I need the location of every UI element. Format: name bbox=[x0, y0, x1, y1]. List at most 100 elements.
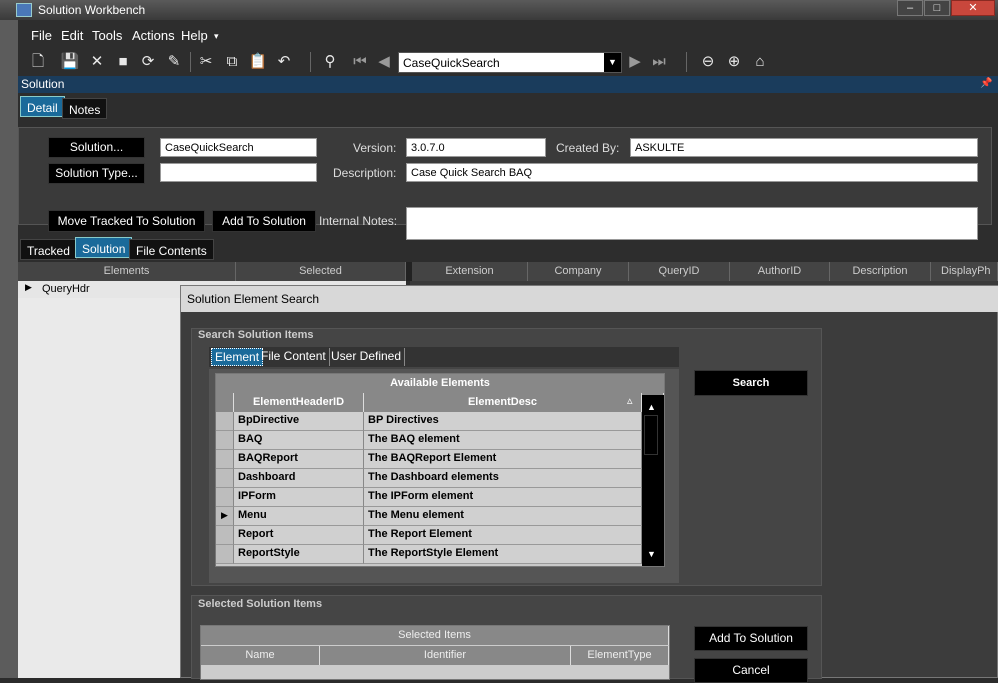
element-desc-cell[interactable]: The BAQReport Element bbox=[364, 450, 642, 469]
vertical-scrollbar[interactable]: ▲ ▼ bbox=[642, 395, 664, 566]
column-elementdesc[interactable]: ElementDesc bbox=[364, 393, 642, 412]
row-selector[interactable] bbox=[216, 450, 234, 469]
row-selector[interactable] bbox=[216, 412, 234, 431]
column-name[interactable]: Name bbox=[201, 646, 320, 665]
next-record-icon[interactable]: ▶ bbox=[624, 51, 646, 73]
search-button[interactable]: Search bbox=[694, 370, 808, 396]
scroll-up-icon[interactable]: ▲ bbox=[647, 402, 656, 412]
solution-type-field[interactable] bbox=[160, 163, 317, 182]
sort-ascending-icon[interactable]: ▵ bbox=[627, 394, 633, 407]
menu-file[interactable]: File bbox=[29, 28, 54, 43]
minimize-button[interactable]: – bbox=[897, 0, 923, 16]
version-field[interactable]: 3.0.7.0 bbox=[406, 138, 546, 157]
home-icon[interactable]: ⌂ bbox=[749, 51, 771, 73]
internal-notes-field[interactable] bbox=[406, 207, 978, 240]
description-label: Description: bbox=[333, 166, 397, 180]
chevron-down-icon[interactable]: ▼ bbox=[604, 53, 621, 72]
column-authorid[interactable]: AuthorID bbox=[730, 262, 830, 281]
row-selector[interactable] bbox=[216, 431, 234, 450]
description-field[interactable]: Case Quick Search BAQ bbox=[406, 163, 978, 182]
close-button[interactable]: ✕ bbox=[951, 0, 995, 16]
element-header-id-cell[interactable]: Menu bbox=[234, 507, 364, 526]
cut-icon[interactable]: ✂ bbox=[195, 51, 217, 73]
expand-arrow-icon[interactable]: ▶ bbox=[25, 282, 32, 293]
scroll-thumb[interactable] bbox=[644, 415, 658, 455]
element-header-id-cell[interactable]: BpDirective bbox=[234, 412, 364, 431]
menu-overflow-icon[interactable]: ▾ bbox=[214, 31, 219, 42]
tab-file-contents[interactable]: File Contents bbox=[129, 239, 214, 260]
forward-icon[interactable]: ⊕ bbox=[723, 51, 745, 73]
tab-notes[interactable]: Notes bbox=[62, 98, 108, 119]
column-elementtype[interactable]: ElementType bbox=[571, 646, 669, 665]
undo-all-icon[interactable]: ✎ bbox=[163, 51, 185, 73]
row-selector[interactable] bbox=[216, 488, 234, 507]
move-tracked-button[interactable]: Move Tracked To Solution bbox=[48, 210, 205, 232]
refresh-icon[interactable]: ⟳ bbox=[137, 51, 159, 73]
element-header-id-cell[interactable]: ReportStyle bbox=[234, 545, 364, 564]
maximize-button[interactable]: □ bbox=[924, 0, 950, 16]
column-elementheaderid[interactable]: ElementHeaderID bbox=[234, 393, 364, 412]
column-identifier[interactable]: Identifier bbox=[320, 646, 571, 665]
tab-detail[interactable]: Detail bbox=[20, 96, 65, 117]
new-icon[interactable]: 🗋 bbox=[27, 51, 49, 73]
element-desc-cell[interactable]: The Menu element bbox=[364, 507, 642, 526]
column-displayph[interactable]: DisplayPh bbox=[931, 262, 998, 281]
subtab-user-defined[interactable]: User Defined bbox=[328, 348, 406, 366]
search-icon[interactable]: ⚲ bbox=[319, 51, 341, 73]
column-queryid[interactable]: QueryID bbox=[629, 262, 730, 281]
undo-icon[interactable]: ↶ bbox=[273, 51, 295, 73]
subtab-element[interactable]: Element bbox=[211, 348, 264, 366]
menu-edit[interactable]: Edit bbox=[59, 28, 85, 43]
add-to-solution-button[interactable]: Add To Solution bbox=[212, 210, 316, 232]
row-selector[interactable]: ▶ bbox=[216, 507, 234, 526]
row-selector[interactable] bbox=[216, 545, 234, 564]
element-desc-cell[interactable]: The ReportStyle Element bbox=[364, 545, 642, 564]
element-desc-cell[interactable]: BP Directives bbox=[364, 412, 642, 431]
previous-record-icon[interactable]: ◀ bbox=[373, 51, 395, 73]
column-extension[interactable]: Extension bbox=[412, 262, 528, 281]
solution-button[interactable]: Solution... bbox=[48, 137, 145, 158]
created-by-field[interactable]: ASKULTE bbox=[630, 138, 978, 157]
grid-header: Elements Selected Extension Company Quer… bbox=[18, 262, 998, 281]
solution-type-button[interactable]: Solution Type... bbox=[48, 163, 145, 184]
element-desc-cell[interactable]: The Report Element bbox=[364, 526, 642, 545]
last-record-icon[interactable]: ⏭ bbox=[648, 51, 670, 73]
current-row-arrow-icon: ▶ bbox=[221, 510, 228, 520]
row-selector[interactable] bbox=[216, 469, 234, 488]
tab-tracked[interactable]: Tracked bbox=[20, 239, 77, 260]
back-icon[interactable]: ⊖ bbox=[697, 51, 719, 73]
internal-notes-label: Internal Notes: bbox=[319, 214, 398, 228]
element-header-id-cell[interactable]: Report bbox=[234, 526, 364, 545]
clear-icon[interactable]: ■ bbox=[112, 51, 134, 73]
menu-help[interactable]: Help bbox=[179, 28, 210, 43]
delete-icon[interactable]: ✕ bbox=[86, 51, 108, 73]
menu-actions[interactable]: Actions bbox=[130, 28, 177, 43]
column-selected[interactable]: Selected bbox=[236, 262, 406, 281]
pin-icon[interactable]: 📌 bbox=[980, 78, 992, 89]
element-header-id-cell[interactable]: Dashboard bbox=[234, 469, 364, 488]
paste-icon[interactable]: 📋 bbox=[247, 51, 269, 73]
element-desc-cell[interactable]: The BAQ element bbox=[364, 431, 642, 450]
first-record-icon[interactable]: ⏮ bbox=[349, 51, 371, 73]
element-header-id-cell[interactable]: BAQ bbox=[234, 431, 364, 450]
element-header-id-cell[interactable]: IPForm bbox=[234, 488, 364, 507]
scroll-down-icon[interactable]: ▼ bbox=[647, 549, 656, 559]
element-desc-cell[interactable]: The Dashboard elements bbox=[364, 469, 642, 488]
tab-solution[interactable]: Solution bbox=[75, 237, 133, 258]
solution-field[interactable]: CaseQuickSearch bbox=[160, 138, 317, 157]
column-description[interactable]: Description bbox=[830, 262, 931, 281]
column-elements[interactable]: Elements bbox=[18, 262, 236, 281]
column-company[interactable]: Company bbox=[528, 262, 629, 281]
save-icon[interactable]: 💾 bbox=[59, 51, 81, 73]
menu-tools[interactable]: Tools bbox=[90, 28, 124, 43]
row-selector[interactable] bbox=[216, 526, 234, 545]
element-desc-cell[interactable]: The IPForm element bbox=[364, 488, 642, 507]
element-header-id-cell[interactable]: BAQReport bbox=[234, 450, 364, 469]
navigation-combo[interactable]: CaseQuickSearch bbox=[398, 52, 622, 73]
copy-icon[interactable]: ⧉ bbox=[221, 51, 243, 73]
subtab-file-content[interactable]: File Content bbox=[258, 348, 330, 366]
toolbar: 🗋 💾 ✕ ■ ⟳ ✎ ✂ ⧉ 📋 ↶ ⚲ ⏮ ◀ CaseQuickSearc… bbox=[18, 50, 998, 76]
version-label: Version: bbox=[353, 141, 397, 155]
cancel-button[interactable]: Cancel bbox=[694, 658, 808, 683]
add-to-solution-dialog-button[interactable]: Add To Solution bbox=[694, 626, 808, 651]
